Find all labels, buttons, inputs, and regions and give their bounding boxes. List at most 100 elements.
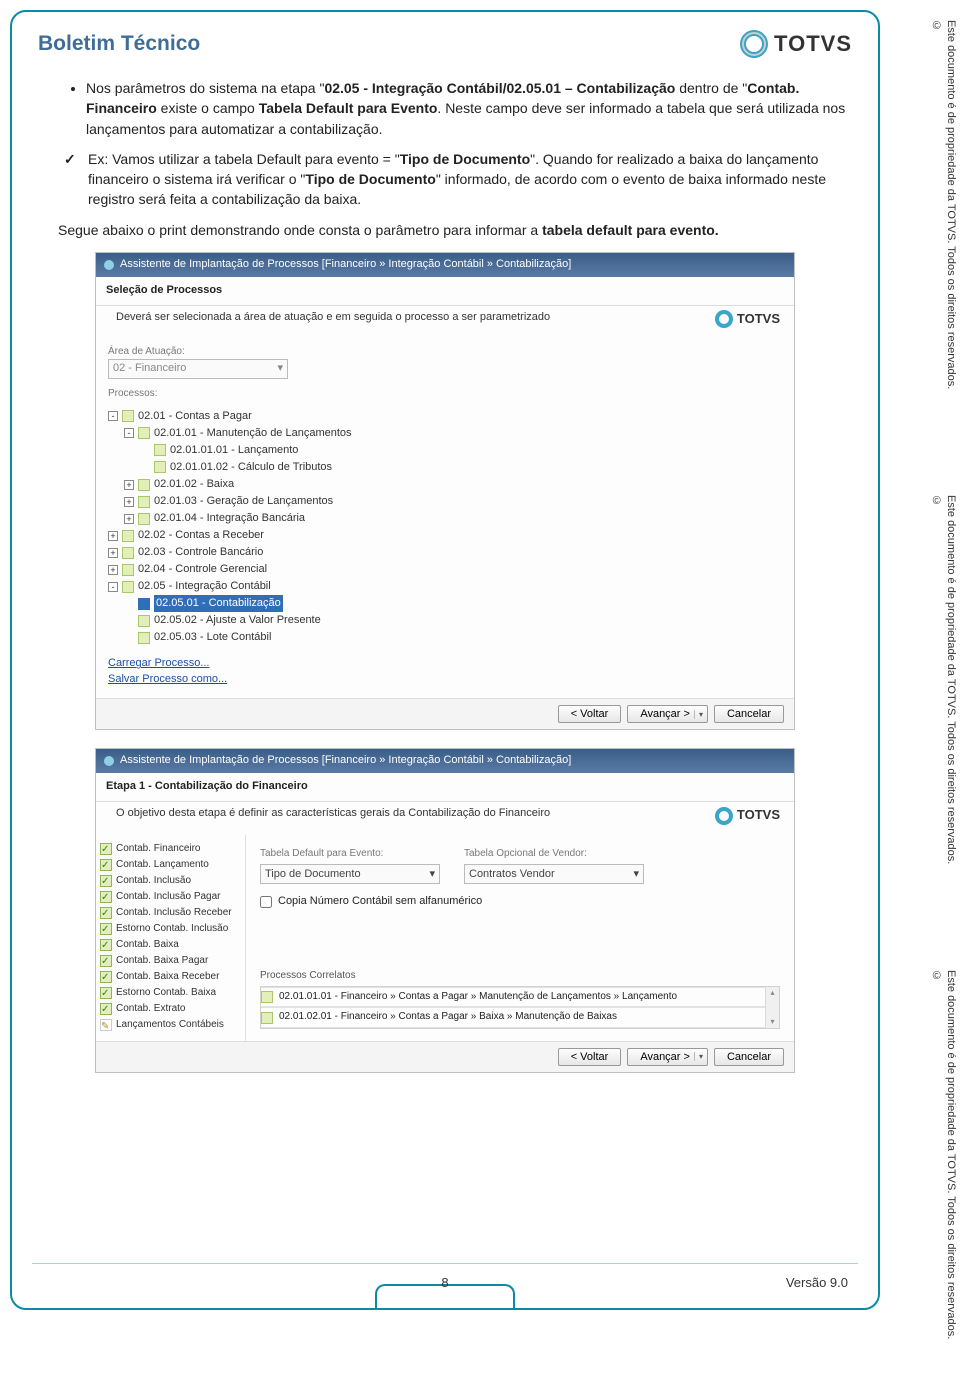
side-item[interactable]: Contab. Inclusão [100, 873, 241, 889]
status-icon [100, 843, 112, 855]
panel1-body: Área de Atuação: 02 - Financeiro▾ Proces… [96, 339, 794, 699]
btn-voltar-1[interactable]: < Voltar [558, 705, 622, 723]
doc-header: Boletim Técnico TOTVS [38, 30, 852, 58]
expand-icon[interactable]: + [124, 497, 134, 507]
tree-node[interactable]: +02.03 - Controle Bancário [108, 544, 782, 561]
chevron-down-icon: ▾ [277, 361, 283, 377]
node-icon [122, 530, 134, 542]
node-icon [138, 479, 150, 491]
side-item[interactable]: Contab. Inclusão Receber [100, 905, 241, 921]
expand-icon[interactable]: - [108, 582, 118, 592]
tree-node[interactable]: 02.05.02 - Ajuste a Valor Presente [108, 612, 782, 629]
doc-title: Boletim Técnico [38, 32, 200, 56]
select-tabela-vendor[interactable]: Contratos Vendor▾ [464, 864, 644, 884]
field-row: Tabela Default para Evento: Tipo de Docu… [260, 847, 780, 884]
page-frame: Boletim Técnico TOTVS Nos parâmetros do … [10, 10, 880, 1310]
content: Nos parâmetros do sistema na etapa "02.0… [38, 78, 852, 1073]
status-icon [100, 987, 112, 999]
link-salvar[interactable]: Salvar Processo como... [108, 672, 782, 688]
field2-label: Tabela Opcional de Vendor: [464, 847, 644, 862]
page-number: 8 [441, 1275, 448, 1290]
side-item[interactable]: Contab. Lançamento [100, 857, 241, 873]
footer: 8 Versão 9.0 [12, 1275, 878, 1290]
link-carregar[interactable]: Carregar Processo... [108, 656, 782, 672]
expand-icon[interactable]: + [124, 480, 134, 490]
version-text: Versão 9.0 [786, 1275, 848, 1290]
btn-cancelar-2[interactable]: Cancelar [714, 1048, 784, 1066]
panel1-section: Seleção de Processos [96, 277, 794, 306]
item-icon [261, 1012, 273, 1024]
item-icon [261, 991, 273, 1003]
chevron-down-icon: ▾ [633, 867, 639, 881]
expand-icon[interactable]: + [124, 514, 134, 524]
process-tree[interactable]: -02.01 - Contas a Pagar-02.01.01 - Manut… [108, 408, 782, 647]
area-select[interactable]: 02 - Financeiro▾ [108, 359, 288, 379]
tree-node[interactable]: 02.05.03 - Lote Contábil [108, 629, 782, 646]
panel2-body: Contab. FinanceiroContab. LançamentoCont… [96, 835, 794, 1041]
tree-node[interactable]: +02.04 - Controle Gerencial [108, 561, 782, 578]
panel2-desc: O objetivo desta etapa é definir as cara… [116, 806, 550, 822]
mini-ring-icon [715, 310, 733, 328]
panel1-mini-logo: TOTVS [715, 310, 780, 329]
field1-label: Tabela Default para Evento: [260, 847, 440, 862]
side-item[interactable]: Estorno Contab. Inclusão [100, 921, 241, 937]
mini-ring-icon-2 [715, 807, 733, 825]
area-label: Área de Atuação: [108, 345, 782, 360]
tree-node[interactable]: -02.01 - Contas a Pagar [108, 408, 782, 425]
tree-node[interactable]: -02.01.01 - Manutenção de Lançamentos [108, 425, 782, 442]
btn-voltar-2[interactable]: < Voltar [558, 1048, 622, 1066]
proc-cor-row-2[interactable]: 02.01.02.01 - Financeiro » Contas a Paga… [261, 1007, 765, 1028]
panel2-right: Tabela Default para Evento: Tipo de Docu… [246, 835, 794, 1041]
side-item[interactable]: Contab. Baixa Receber [100, 969, 241, 985]
etapas-sidelist[interactable]: Contab. FinanceiroContab. LançamentoCont… [96, 835, 246, 1041]
status-icon [100, 1019, 112, 1031]
side-item[interactable]: Contab. Financeiro [100, 841, 241, 857]
panel1-title: Assistente de Implantação de Processos [… [120, 257, 571, 273]
side-item[interactable]: Estorno Contab. Baixa [100, 985, 241, 1001]
select-tabela-default[interactable]: Tipo de Documento▾ [260, 864, 440, 884]
tree-node[interactable]: 02.01.01.02 - Cálculo de Tributos [108, 459, 782, 476]
proc-cor-row-1[interactable]: 02.01.01.01 - Financeiro » Contas a Paga… [261, 987, 765, 1008]
node-icon [122, 547, 134, 559]
checkbox-copia-input[interactable] [260, 896, 272, 908]
proc-cor-label: Processos Correlatos [260, 969, 780, 984]
panel1-desc-row: Deverá ser selecionada a área de atuação… [96, 306, 794, 339]
status-icon [100, 923, 112, 935]
wizard-icon-2 [104, 756, 114, 766]
tree-node[interactable]: +02.02 - Contas a Receber [108, 527, 782, 544]
status-icon [100, 891, 112, 903]
btn-avancar-2[interactable]: Avançar > [627, 1048, 708, 1066]
tree-node[interactable]: 02.01.01.01 - Lançamento [108, 442, 782, 459]
sidebar-copyright-3: Este documento é de propriedade da TOTVS… [896, 970, 958, 1350]
node-icon [154, 444, 166, 456]
tree-node[interactable]: 02.05.01 - Contabilização [108, 595, 782, 612]
expand-icon[interactable]: - [124, 428, 134, 438]
expand-icon[interactable]: - [108, 411, 118, 421]
scrollbar[interactable]: ▴▾ [765, 987, 779, 1028]
side-item[interactable]: Lançamentos Contábeis [100, 1017, 241, 1033]
side-item[interactable]: Contab. Inclusão Pagar [100, 889, 241, 905]
side-item[interactable]: Contab. Baixa [100, 937, 241, 953]
expand-icon[interactable]: + [108, 548, 118, 558]
tree-node[interactable]: +02.01.04 - Integração Bancária [108, 510, 782, 527]
totvs-logo-text: TOTVS [774, 31, 852, 57]
side-item[interactable]: Contab. Extrato [100, 1001, 241, 1017]
check-paragraph: Ex: Vamos utilizar a tabela Default para… [58, 149, 852, 210]
checkbox-copia[interactable]: Copia Número Contábil sem alfanumérico [260, 894, 780, 910]
btn-cancelar-1[interactable]: Cancelar [714, 705, 784, 723]
expand-icon[interactable]: + [108, 531, 118, 541]
status-icon [100, 939, 112, 951]
tree-node[interactable]: -02.05 - Integração Contábil [108, 578, 782, 595]
btn-avancar-1[interactable]: Avançar > [627, 705, 708, 723]
side-item[interactable]: Contab. Baixa Pagar [100, 953, 241, 969]
node-icon [138, 496, 150, 508]
node-icon [122, 581, 134, 593]
tree-node[interactable]: +02.01.03 - Geração de Lançamentos [108, 493, 782, 510]
node-icon [122, 564, 134, 576]
totvs-ring-icon [740, 30, 768, 58]
proc-label: Processos: [108, 387, 782, 402]
processos-correlatos: Processos Correlatos 02.01.01.01 - Finan… [260, 969, 780, 1029]
status-icon [100, 955, 112, 967]
tree-node[interactable]: +02.01.02 - Baixa [108, 476, 782, 493]
expand-icon[interactable]: + [108, 565, 118, 575]
